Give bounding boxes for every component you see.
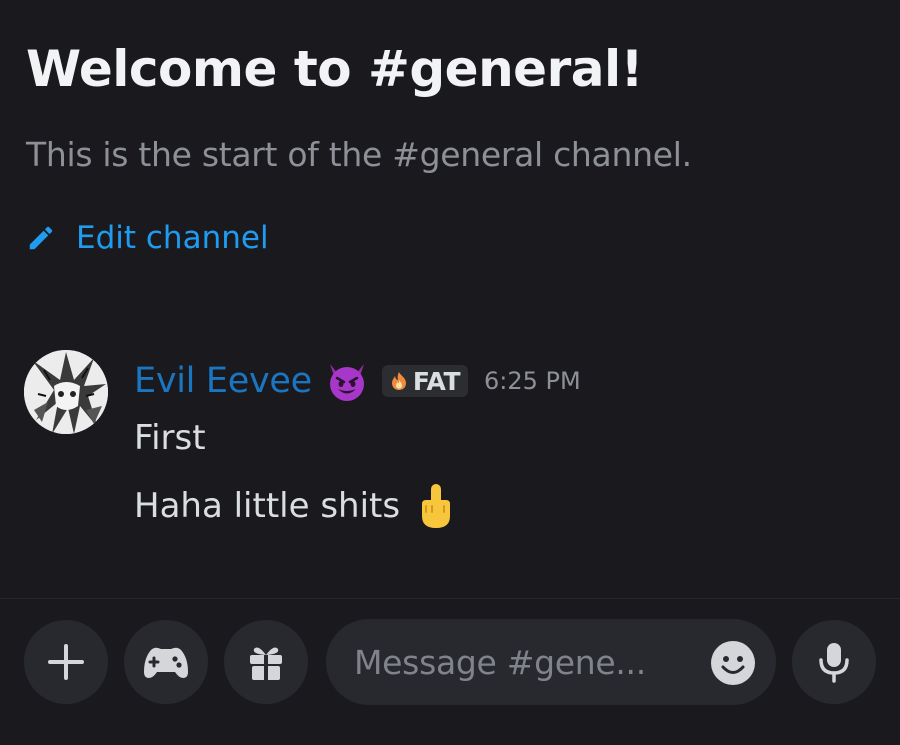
- message-text: Haha little shits: [134, 486, 401, 526]
- composer-divider: [0, 598, 900, 599]
- server-tag-label: FAT: [412, 366, 461, 396]
- message-composer: Message #gene...: [24, 619, 876, 705]
- message-text: First: [134, 418, 206, 458]
- edit-channel-label: Edit channel: [76, 220, 269, 256]
- message-header: Evil Eevee FAT 6:25 PM: [134, 358, 581, 404]
- message-timestamp[interactable]: 6:25 PM: [484, 367, 581, 395]
- activities-button[interactable]: [124, 620, 208, 704]
- message-input[interactable]: Message #gene...: [326, 619, 776, 705]
- avatar-image: [24, 350, 108, 434]
- plus-icon: [48, 644, 84, 680]
- message-line: Haha little shits: [134, 482, 458, 530]
- flame-icon: [391, 372, 406, 390]
- microphone-icon: [819, 643, 849, 683]
- smiling-imp-icon: [329, 364, 364, 401]
- edit-channel-link[interactable]: Edit channel: [26, 220, 269, 256]
- gift-button[interactable]: [224, 620, 308, 704]
- chat-screen: Welcome to #general! This is the start o…: [0, 0, 900, 745]
- avatar[interactable]: [24, 350, 108, 434]
- add-attachment-button[interactable]: [24, 620, 108, 704]
- emoji-picker-icon[interactable]: [710, 640, 756, 686]
- voice-message-button[interactable]: [792, 620, 876, 704]
- server-tag[interactable]: FAT: [381, 365, 468, 397]
- message-line: First: [134, 418, 206, 458]
- pencil-icon: [29, 226, 53, 250]
- username[interactable]: Evil Eevee: [134, 361, 312, 401]
- middle-finger-icon: [422, 484, 451, 528]
- message-input-placeholder: Message #gene...: [354, 642, 646, 682]
- gift-icon: [250, 647, 282, 680]
- channel-welcome-title: Welcome to #general!: [26, 40, 643, 98]
- gamepad-icon: [144, 647, 188, 678]
- channel-welcome-subtitle: This is the start of the #general channe…: [26, 135, 692, 174]
